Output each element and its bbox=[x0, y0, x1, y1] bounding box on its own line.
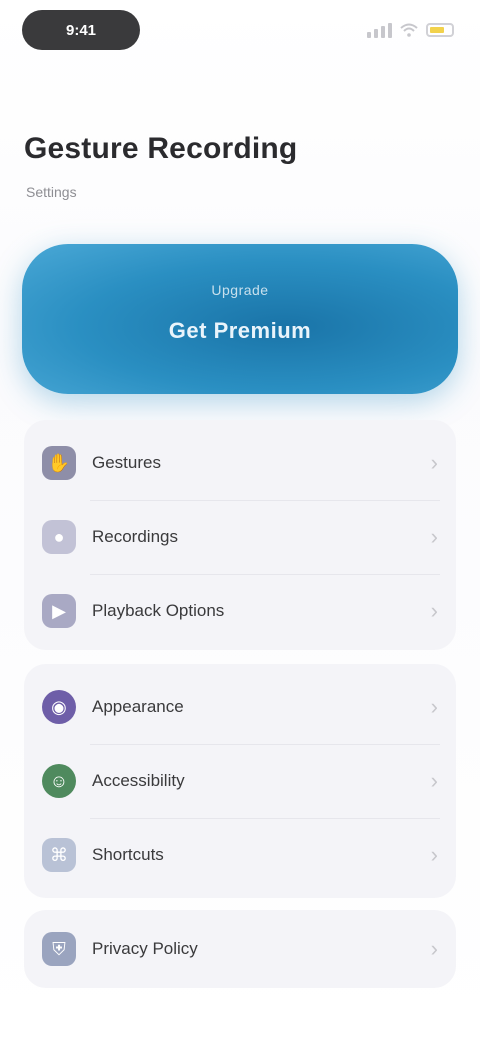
chevron-right-icon: › bbox=[430, 524, 438, 549]
battery-icon bbox=[426, 23, 454, 37]
chevron-right-icon: › bbox=[430, 450, 438, 475]
premium-promo-card[interactable]: Upgrade Get Premium bbox=[22, 244, 458, 394]
row-label: Privacy Policy bbox=[92, 939, 198, 958]
status-bar: 9:41 bbox=[0, 0, 480, 64]
settings-group-general: ✋ Gestures › ● Recordings › ▶ Playback O… bbox=[24, 420, 456, 650]
status-time: 9:41 bbox=[22, 10, 140, 50]
hand-icon: ✋ bbox=[42, 446, 76, 480]
settings-row-shortcuts[interactable]: ⌘ Shortcuts › bbox=[24, 818, 456, 892]
get-premium-button[interactable]: Get Premium bbox=[22, 318, 458, 344]
accessibility-icon: ☺ bbox=[42, 764, 76, 798]
palette-icon: ◉ bbox=[42, 690, 76, 724]
page-title: Gesture Recording bbox=[24, 132, 298, 165]
settings-group-display: ◉ Appearance › ☺ Accessibility › ⌘ Short… bbox=[24, 664, 456, 898]
signal-icon bbox=[367, 22, 392, 38]
wifi-icon bbox=[400, 23, 418, 37]
settings-row-appearance[interactable]: ◉ Appearance › bbox=[24, 670, 456, 744]
settings-row-gestures[interactable]: ✋ Gestures › bbox=[24, 426, 456, 500]
chevron-right-icon: › bbox=[430, 768, 438, 793]
row-label: Playback Options bbox=[92, 601, 225, 620]
chevron-right-icon: › bbox=[430, 842, 438, 867]
settings-row-recordings[interactable]: ● Recordings › bbox=[24, 500, 456, 574]
settings-screen: 9:41 Gesture Recording Settings Upgrade … bbox=[0, 0, 480, 1040]
page-subtitle: Settings bbox=[26, 184, 77, 200]
settings-row-accessibility[interactable]: ☺ Accessibility › bbox=[24, 744, 456, 818]
row-label: Recordings bbox=[92, 527, 178, 546]
chevron-right-icon: › bbox=[430, 598, 438, 623]
chevron-right-icon: › bbox=[430, 936, 438, 961]
settings-row-privacy-policy[interactable]: ⛨ Privacy Policy › bbox=[24, 912, 456, 986]
row-label: Appearance bbox=[92, 697, 184, 716]
promo-title: Upgrade bbox=[211, 282, 269, 298]
settings-row-playback-options[interactable]: ▶ Playback Options › bbox=[24, 574, 456, 648]
play-icon: ▶ bbox=[42, 594, 76, 628]
chevron-right-icon: › bbox=[430, 694, 438, 719]
row-label: Gestures bbox=[92, 453, 161, 472]
shield-icon: ⛨ bbox=[42, 932, 76, 966]
row-label: Accessibility bbox=[92, 771, 185, 790]
record-icon: ● bbox=[42, 520, 76, 554]
row-label: Shortcuts bbox=[92, 845, 164, 864]
shortcut-icon: ⌘ bbox=[42, 838, 76, 872]
status-indicators bbox=[367, 18, 454, 42]
settings-group-legal: ⛨ Privacy Policy › bbox=[24, 910, 456, 988]
